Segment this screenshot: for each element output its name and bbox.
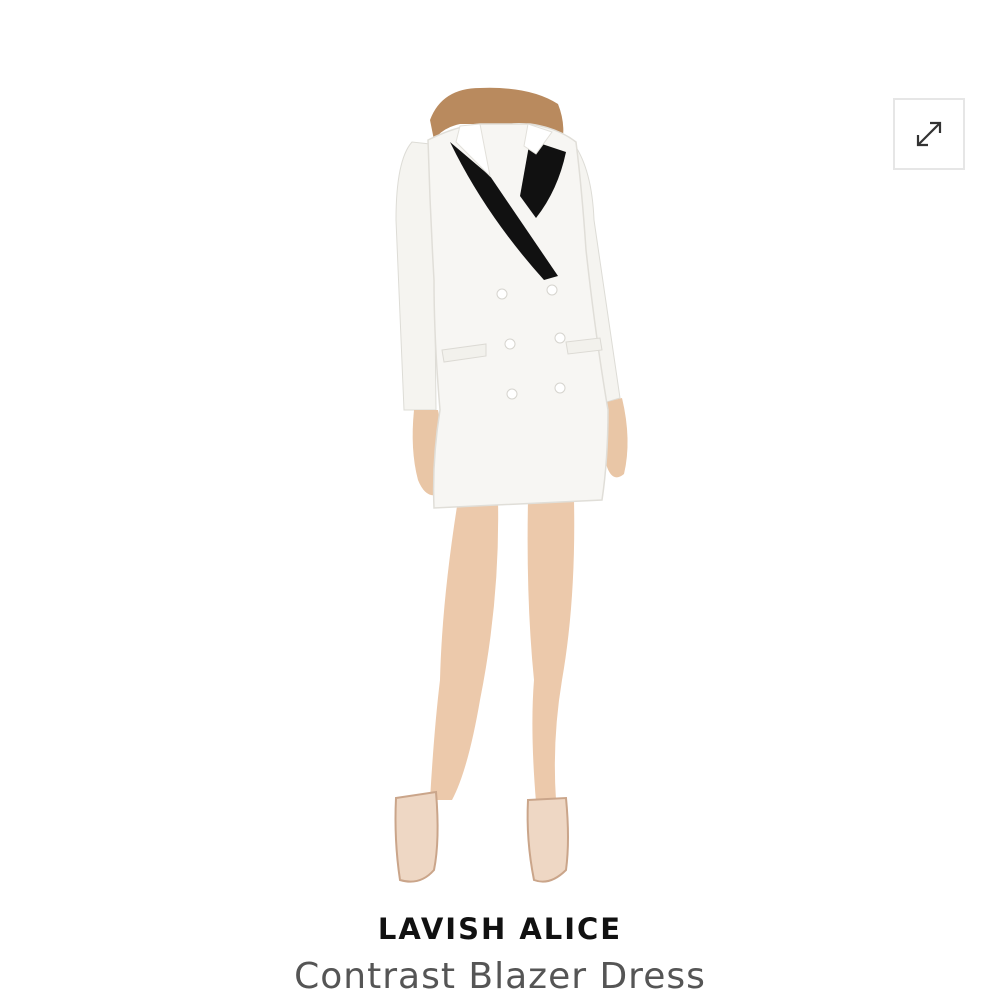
product-card: LAVISH ALICE Contrast Blazer Dress	[0, 0, 1000, 1000]
expand-image-button[interactable]	[893, 98, 965, 170]
model-right-leg	[527, 500, 575, 802]
right-shoe	[526, 796, 569, 883]
dress-body	[427, 123, 609, 509]
dress-button	[554, 382, 566, 394]
dress-button	[554, 332, 566, 344]
dress-button	[546, 284, 558, 296]
dress-button	[496, 288, 508, 300]
product-image[interactable]	[330, 80, 690, 900]
product-name[interactable]: Contrast Blazer Dress	[0, 956, 1000, 997]
dress-button	[506, 388, 518, 400]
model-left-leg	[430, 500, 499, 800]
left-shoe	[394, 790, 439, 883]
product-brand[interactable]: LAVISH ALICE	[0, 912, 1000, 946]
dress-button	[504, 338, 516, 350]
expand-arrows-icon	[916, 121, 942, 147]
